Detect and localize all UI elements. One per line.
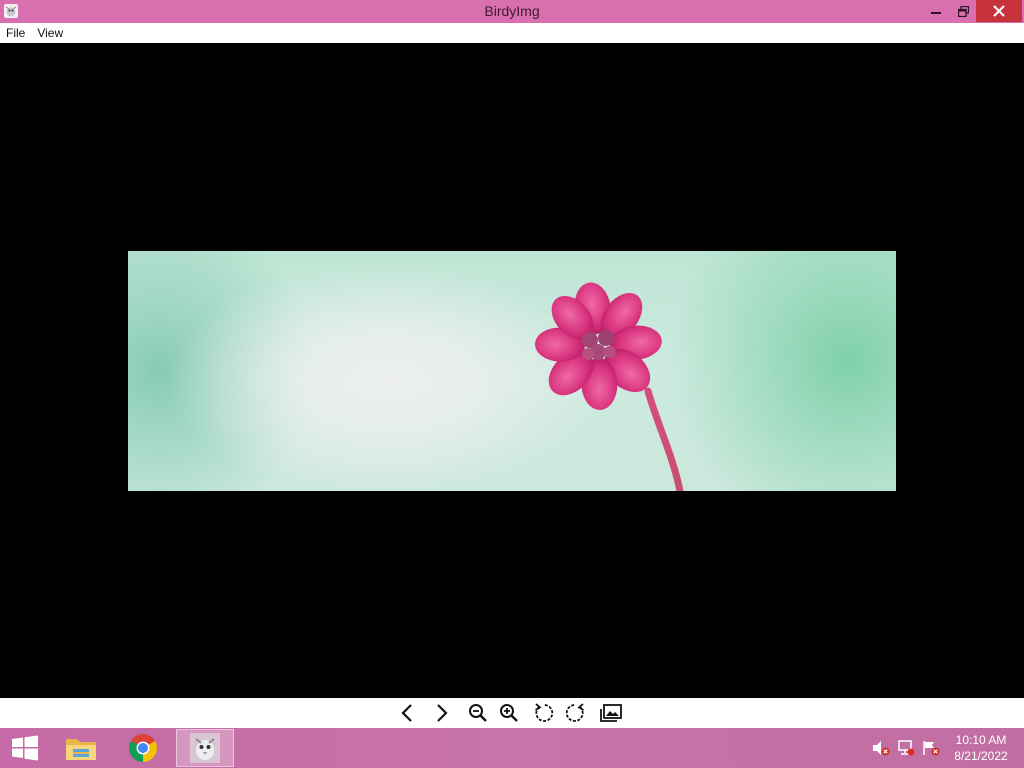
file-explorer-icon <box>66 739 96 760</box>
zoom-out-button[interactable] <box>465 701 491 725</box>
close-button[interactable] <box>976 0 1022 22</box>
flower-illustration <box>535 282 684 491</box>
action-center-icon[interactable] <box>922 740 940 756</box>
zoom-out-icon <box>469 704 487 722</box>
volume-muted-icon[interactable] <box>872 740 890 756</box>
pink-flower-photo <box>128 251 896 491</box>
taskbar: 10:10 AM 8/21/2022 <box>0 728 1024 768</box>
birdyimg-icon <box>190 733 220 763</box>
taskbar-file-explorer[interactable] <box>52 729 110 767</box>
rotate-right-icon <box>565 703 584 722</box>
taskbar-birdyimg[interactable] <box>176 729 234 767</box>
minimize-icon <box>931 12 941 14</box>
image-viewer <box>0 43 1024 698</box>
restore-icon <box>957 5 969 17</box>
next-icon <box>437 704 448 722</box>
chrome-icon <box>129 734 157 762</box>
previous-button[interactable] <box>394 701 420 725</box>
clock-date: 8/21/2022 <box>954 749 1008 763</box>
gallery-icon <box>600 704 622 722</box>
previous-icon <box>401 704 412 722</box>
windows-start-icon <box>12 735 38 761</box>
rotate-left-button[interactable] <box>531 701 557 725</box>
minimize-button[interactable] <box>922 0 950 22</box>
zoom-in-button[interactable] <box>496 701 522 725</box>
next-button[interactable] <box>429 701 455 725</box>
clock-time: 10:10 AM <box>955 733 1007 747</box>
menu-view[interactable]: View <box>31 23 69 43</box>
network-icon[interactable] <box>897 740 915 756</box>
restore-button[interactable] <box>950 0 976 22</box>
rotate-left-icon <box>535 703 554 722</box>
viewer-toolbar <box>0 698 1024 728</box>
title-bar: BirdyImg <box>0 0 1024 23</box>
gallery-button[interactable] <box>598 701 624 725</box>
menu-file[interactable]: File <box>0 23 31 43</box>
window-title: BirdyImg <box>484 3 540 19</box>
close-icon <box>993 5 1005 17</box>
start-button[interactable] <box>0 728 50 768</box>
zoom-in-icon <box>500 704 518 722</box>
rotate-right-button[interactable] <box>562 701 588 725</box>
system-clock[interactable]: 10:10 AM 8/21/2022 <box>946 732 1016 764</box>
taskbar-chrome[interactable] <box>114 729 172 767</box>
menu-bar: File View <box>0 23 1024 43</box>
